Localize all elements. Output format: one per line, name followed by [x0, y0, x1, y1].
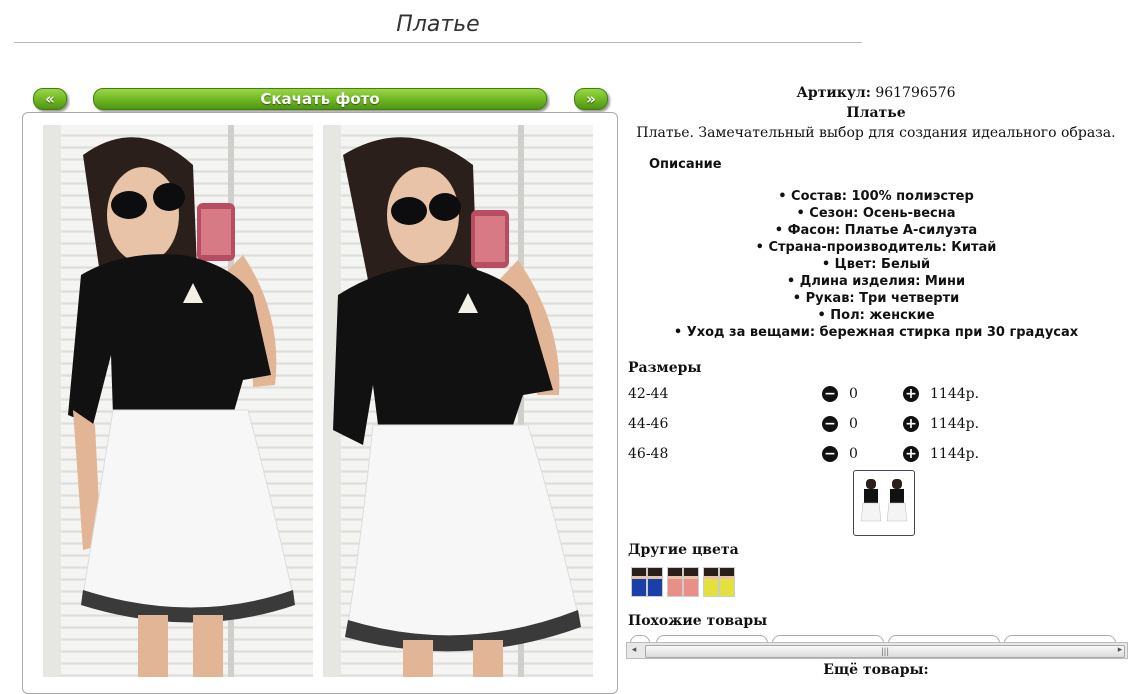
plus-icon[interactable]: + — [903, 416, 919, 432]
page-title: Платье — [396, 12, 480, 37]
size-row: 44-46 − 0 + 1144р. — [628, 414, 1128, 434]
other-colors-heading: Другие цвета — [628, 542, 739, 558]
model-photo-side — [323, 125, 581, 677]
thumbnail-figure — [860, 479, 882, 522]
scrollbar-thumb[interactable]: ||| — [645, 645, 1125, 658]
scroll-right-icon[interactable]: ▸ — [1113, 643, 1127, 658]
horizontal-scrollbar[interactable]: ◂ ||| ▸ — [626, 642, 1128, 659]
size-label: 42-44 — [628, 386, 669, 402]
feature-item: Состав: 100% полиэстер — [626, 188, 1126, 205]
color-swatch[interactable] — [719, 567, 735, 597]
product-photo-frame — [22, 112, 618, 694]
size-quantity: 0 — [849, 446, 858, 462]
size-quantity: 0 — [849, 386, 858, 402]
color-swatch[interactable] — [631, 567, 647, 597]
size-quantity: 0 — [849, 416, 858, 432]
feature-item: Цвет: Белый — [626, 256, 1126, 273]
title-divider — [14, 42, 862, 43]
thumbnail-figure — [886, 479, 908, 522]
more-products-label: Ещё товары: — [823, 662, 929, 678]
feature-item: Рукав: Три четверти — [626, 290, 1126, 307]
size-price: 1144р. — [930, 446, 980, 462]
color-swatch[interactable] — [647, 567, 663, 597]
sizes-heading: Размеры — [628, 360, 702, 376]
description-heading: Описание — [649, 157, 722, 172]
feature-item: Длина изделия: Мини — [626, 273, 1126, 290]
article-number: Артикул: 961796576 — [626, 85, 1126, 101]
product-photo-left[interactable] — [43, 125, 313, 677]
color-swatch[interactable] — [703, 567, 719, 597]
product-description: Платье. Замечательный выбор для создания… — [636, 125, 1116, 141]
feature-item: Пол: женские — [626, 307, 1126, 324]
current-photo-thumbnail[interactable] — [853, 470, 915, 536]
feature-item: Уход за вещами: бережная стирка при 30 г… — [626, 324, 1126, 341]
size-label: 46-48 — [628, 446, 669, 462]
size-price: 1144р. — [930, 416, 980, 432]
scroll-left-icon[interactable]: ◂ — [627, 643, 641, 658]
feature-list: Состав: 100% полиэстер Сезон: Осень-весн… — [626, 188, 1126, 341]
similar-products-heading: Похожие товары — [628, 613, 768, 629]
minus-icon[interactable]: − — [822, 446, 838, 462]
feature-item: Страна-производитель: Китай — [626, 239, 1126, 256]
product-photo-right[interactable] — [323, 125, 593, 677]
size-row: 42-44 − 0 + 1144р. — [628, 384, 1128, 404]
color-swatch[interactable] — [667, 567, 683, 597]
minus-icon[interactable]: − — [822, 416, 838, 432]
plus-icon[interactable]: + — [903, 386, 919, 402]
size-label: 44-46 — [628, 416, 669, 432]
minus-icon[interactable]: − — [822, 386, 838, 402]
article-value: 961796576 — [875, 85, 956, 101]
size-price: 1144р. — [930, 386, 980, 402]
feature-item: Сезон: Осень-весна — [626, 205, 1126, 222]
download-photo-button[interactable]: Скачать фото — [93, 88, 547, 110]
size-row: 46-48 − 0 + 1144р. — [628, 444, 1128, 464]
article-label: Артикул: — [796, 85, 871, 101]
color-swatch[interactable] — [683, 567, 699, 597]
product-name: Платье — [846, 105, 906, 121]
feature-item: Фасон: Платье А-силуэта — [626, 222, 1126, 239]
model-photo-front — [43, 125, 295, 677]
prev-photo-button[interactable]: « — [33, 88, 67, 110]
next-photo-button[interactable]: » — [574, 88, 608, 110]
plus-icon[interactable]: + — [903, 446, 919, 462]
